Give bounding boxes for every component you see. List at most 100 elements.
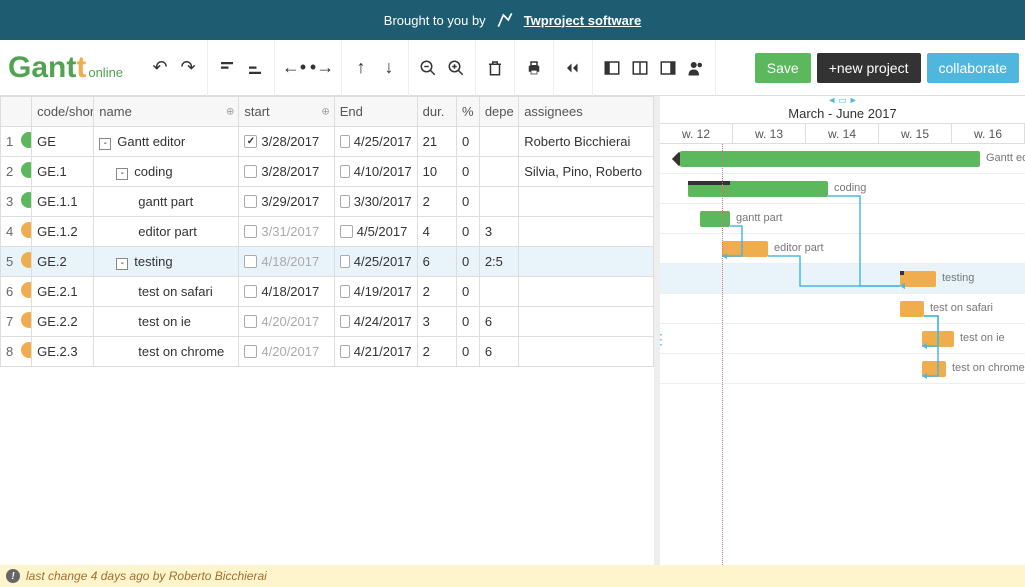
toggle-icon[interactable]: - (116, 258, 128, 270)
header-depends[interactable]: depe (479, 97, 518, 127)
duration-cell[interactable]: 21 (417, 127, 456, 157)
new-project-button[interactable]: +new project (817, 53, 921, 83)
outdent-icon[interactable]: ←• (283, 57, 305, 79)
percent-cell[interactable]: 0 (457, 277, 480, 307)
task-row[interactable]: 5✎GE.2-testing4/18/20174/25/2017602:5 (1, 247, 654, 277)
task-row[interactable]: 1✎GE-Gantt editor3/28/20174/25/2017210Ro… (1, 127, 654, 157)
start-cell[interactable]: 3/31/2017 (239, 217, 334, 247)
code-cell[interactable]: GE.1.2 (32, 217, 94, 247)
percent-cell[interactable]: 0 (457, 307, 480, 337)
duration-cell[interactable]: 3 (417, 307, 456, 337)
depends-cell[interactable]: 3 (479, 217, 518, 247)
header-percent[interactable]: % (457, 97, 480, 127)
gantt-bar[interactable] (700, 211, 730, 227)
start-cell[interactable]: 4/18/2017 (239, 277, 334, 307)
gantt-row[interactable]: editor part (660, 234, 1025, 264)
depends-cell[interactable]: 6 (479, 307, 518, 337)
end-cell[interactable]: 4/10/2017 (334, 157, 417, 187)
name-cell[interactable]: editor part (94, 217, 239, 247)
gantt-bar[interactable] (922, 361, 946, 377)
percent-cell[interactable]: 0 (457, 247, 480, 277)
percent-cell[interactable]: 0 (457, 157, 480, 187)
header-name[interactable]: name⊕ (94, 97, 239, 127)
start-cell[interactable]: 4/20/2017 (239, 307, 334, 337)
name-cell[interactable]: -Gantt editor (94, 127, 239, 157)
resources-icon[interactable] (685, 57, 707, 79)
assignees-cell[interactable] (519, 307, 654, 337)
name-cell[interactable]: -coding (94, 157, 239, 187)
code-cell[interactable]: GE (32, 127, 94, 157)
status-cell[interactable] (16, 307, 32, 337)
move-down-icon[interactable]: ↓ (378, 57, 400, 79)
status-cell[interactable] (16, 247, 32, 277)
gantt-prev-icon[interactable]: ◄ (827, 96, 836, 105)
milestone-checkbox[interactable] (244, 225, 257, 238)
assignees-cell[interactable] (519, 337, 654, 367)
percent-cell[interactable]: 0 (457, 127, 480, 157)
edit-icon[interactable]: ✎ (15, 288, 16, 299)
zoom-out-icon[interactable] (417, 57, 439, 79)
gantt-bar[interactable] (722, 241, 768, 257)
gantt-bar[interactable] (688, 181, 828, 197)
name-cell[interactable]: test on safari (94, 277, 239, 307)
milestone-checkbox[interactable] (340, 195, 350, 208)
milestone-checkbox[interactable] (244, 255, 257, 268)
status-cell[interactable] (16, 337, 32, 367)
gantt-box-icon[interactable]: ▭ (838, 96, 847, 106)
milestone-checkbox[interactable] (340, 255, 350, 268)
end-cell[interactable]: 4/5/2017 (334, 217, 417, 247)
gantt-bar[interactable] (900, 301, 924, 317)
depends-cell[interactable] (479, 127, 518, 157)
start-cell[interactable]: 4/20/2017 (239, 337, 334, 367)
move-up-icon[interactable]: ↑ (350, 57, 372, 79)
split-left-icon[interactable] (601, 57, 623, 79)
save-button[interactable]: Save (755, 53, 811, 83)
header-code[interactable]: code/short (32, 97, 94, 127)
duration-cell[interactable]: 2 (417, 187, 456, 217)
assignees-cell[interactable]: Roberto Bicchierai (519, 127, 654, 157)
gantt-bar[interactable] (922, 331, 954, 347)
end-cell[interactable]: 4/19/2017 (334, 277, 417, 307)
gantt-bar[interactable] (680, 151, 980, 167)
split-right-icon[interactable] (657, 57, 679, 79)
depends-cell[interactable] (479, 157, 518, 187)
duration-cell[interactable]: 6 (417, 247, 456, 277)
name-cell[interactable]: gantt part (94, 187, 239, 217)
toggle-icon[interactable]: - (116, 168, 128, 180)
banner-link[interactable]: Twproject software (524, 13, 642, 28)
task-row[interactable]: 4✎GE.1.2editor part3/31/20174/5/2017403 (1, 217, 654, 247)
split-center-icon[interactable] (629, 57, 651, 79)
gantt-row[interactable]: coding (660, 174, 1025, 204)
depends-cell[interactable] (479, 187, 518, 217)
milestone-checkbox[interactable] (340, 165, 350, 178)
milestone-checkbox[interactable] (244, 165, 257, 178)
critical-path-icon[interactable] (562, 57, 584, 79)
assignees-cell[interactable] (519, 187, 654, 217)
assignees-cell[interactable] (519, 247, 654, 277)
sort-icon[interactable]: ⊕ (321, 106, 329, 117)
assignees-cell[interactable] (519, 277, 654, 307)
duration-cell[interactable]: 2 (417, 337, 456, 367)
status-cell[interactable] (16, 217, 32, 247)
code-cell[interactable]: GE.1.1 (32, 187, 94, 217)
name-cell[interactable]: -testing (94, 247, 239, 277)
zoom-in-icon[interactable] (445, 57, 467, 79)
duration-cell[interactable]: 4 (417, 217, 456, 247)
percent-cell[interactable]: 0 (457, 217, 480, 247)
milestone-checkbox[interactable] (340, 285, 350, 298)
milestone-checkbox[interactable] (340, 315, 350, 328)
toggle-icon[interactable]: - (99, 138, 111, 150)
print-icon[interactable] (523, 57, 545, 79)
end-cell[interactable]: 4/21/2017 (334, 337, 417, 367)
gantt-row[interactable]: Gantt editor (660, 144, 1025, 174)
header-end[interactable]: End (334, 97, 417, 127)
end-cell[interactable]: 3/30/2017 (334, 187, 417, 217)
header-assignees[interactable]: assignees (519, 97, 654, 127)
edit-icon[interactable]: ✎ (15, 138, 16, 149)
milestone-checkbox[interactable] (244, 195, 257, 208)
milestone-checkbox[interactable] (244, 315, 257, 328)
end-cell[interactable]: 4/24/2017 (334, 307, 417, 337)
code-cell[interactable]: GE.2 (32, 247, 94, 277)
percent-cell[interactable]: 0 (457, 337, 480, 367)
depends-cell[interactable] (479, 277, 518, 307)
